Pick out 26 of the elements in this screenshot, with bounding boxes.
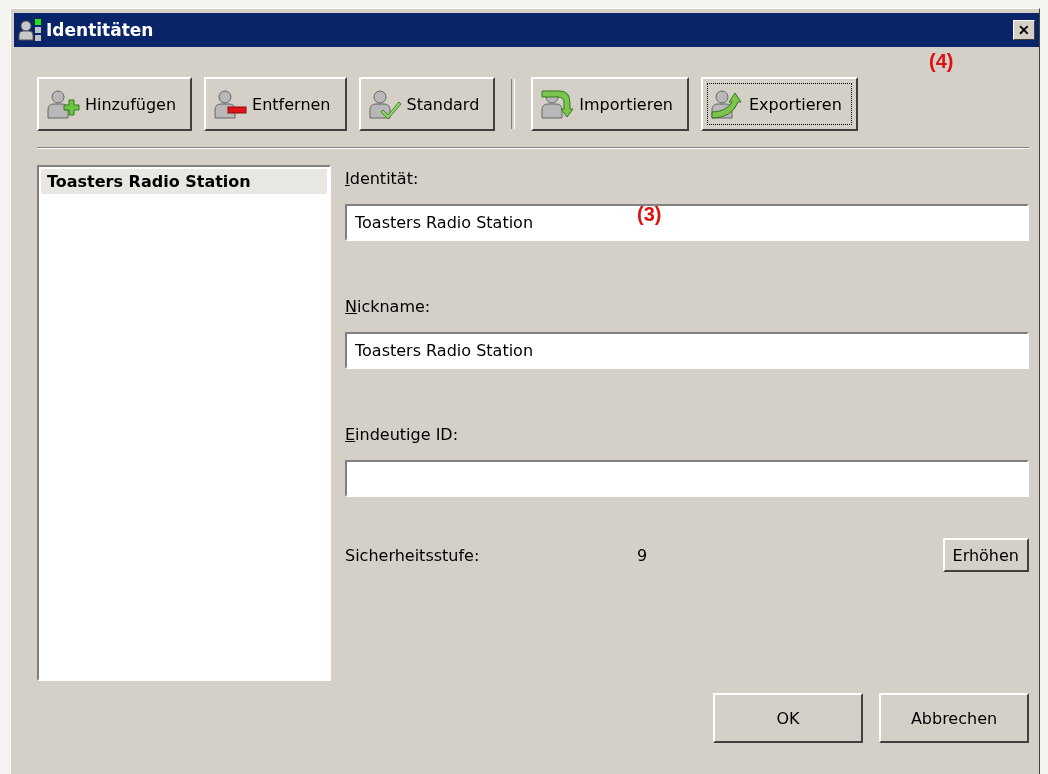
user-import-icon (539, 87, 576, 121)
dialog-button[interactable]: Abbrechen (879, 693, 1029, 743)
raise-button[interactable]: Erhöhen (942, 538, 1029, 572)
field-label: Identität: (345, 168, 420, 188)
toolbar-button[interactable]: Hinzufügen (37, 77, 193, 131)
window-title: Identitäten (46, 20, 155, 40)
input-field[interactable] (345, 460, 1029, 497)
toolbar-button[interactable]: Importieren (531, 77, 689, 131)
users-icon (18, 18, 42, 42)
security-value: 9 (637, 545, 649, 565)
field-label: Eindeutige ID: (345, 424, 460, 444)
dialog-button[interactable]: OK (713, 693, 863, 743)
callout-number: (4) (929, 50, 954, 73)
list-item[interactable]: Toasters Radio Station (41, 169, 327, 194)
user-export-icon (708, 87, 745, 121)
security-label: Sicherheitsstufe: (345, 545, 481, 565)
user-check-icon (366, 87, 403, 121)
add-user-icon (45, 87, 81, 121)
remove-user-icon (212, 87, 249, 121)
toolbar-button[interactable]: Standard (358, 77, 496, 131)
input-field[interactable]: Toasters Radio Station (345, 332, 1029, 369)
close-button[interactable]: ✕ (1013, 20, 1035, 40)
callout-number: (3) (637, 203, 662, 226)
field-label: Nickname: (345, 296, 432, 316)
toolbar-button[interactable]: Exportieren (700, 77, 858, 131)
toolbar-button[interactable]: Entfernen (204, 77, 347, 131)
